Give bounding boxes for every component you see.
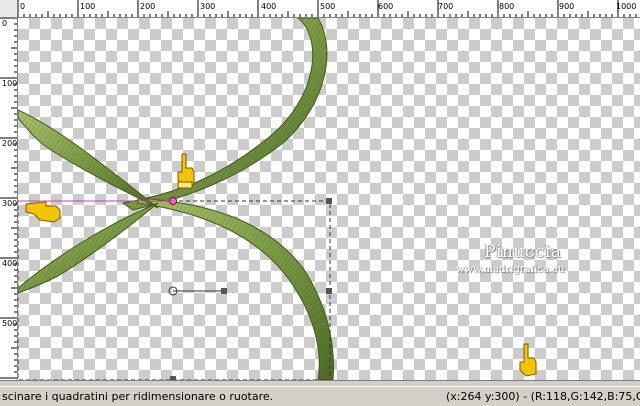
horizontal-ruler-scale: 0 100 200 300 400 500 600 700 800 900 10… bbox=[18, 0, 637, 17]
status-message: scinare i quadratini per ridimensionare … bbox=[2, 390, 274, 403]
ruler-label-100: 100 bbox=[80, 2, 95, 11]
ruler-left-label-100: 100 bbox=[2, 79, 17, 88]
ruler-corner bbox=[0, 0, 18, 18]
watermark-url: www.madrigrafica.eu bbox=[456, 264, 565, 275]
leaf-left-upper bbox=[18, 109, 159, 209]
ruler-label-800: 800 bbox=[499, 2, 514, 11]
status-bar: scinare i quadratini per ridimensionare … bbox=[0, 386, 640, 406]
status-coordinates: (x:264 y:300) - (R:118,G:142,B:75,O bbox=[446, 390, 640, 403]
ruler-left-label-200: 200 bbox=[2, 139, 17, 148]
ruler-label-600: 600 bbox=[378, 2, 393, 11]
hand-pointer-icon bbox=[25, 201, 61, 223]
watermark-title: Pinuccia bbox=[484, 242, 562, 262]
ruler-left-label-300: 300 bbox=[2, 199, 17, 208]
image-canvas[interactable]: Pinuccia www.madrigrafica.eu bbox=[18, 18, 640, 380]
resize-handle-right[interactable] bbox=[326, 288, 332, 294]
ruler-label-400: 400 bbox=[261, 2, 276, 11]
resize-handle-top-right[interactable] bbox=[326, 198, 332, 204]
ruler-label-200: 200 bbox=[140, 2, 155, 11]
ruler-label-900: 900 bbox=[559, 2, 574, 11]
ruler-label-1000: 1000 bbox=[616, 2, 636, 11]
hand-pointer-icon bbox=[519, 343, 537, 377]
rotation-handle-end[interactable] bbox=[221, 288, 227, 294]
ruler-left-label-400: 400 bbox=[2, 259, 17, 268]
vertical-ruler[interactable]: 0 100 200 300 400 500 bbox=[0, 18, 18, 380]
leaf-artwork[interactable] bbox=[18, 18, 640, 380]
vertical-ruler-scale: 0 100 200 300 400 500 bbox=[0, 18, 17, 379]
ruler-left-label-500: 500 bbox=[2, 319, 17, 328]
curved-leaf-bottom bbox=[137, 197, 334, 380]
ruler-label-500: 500 bbox=[320, 2, 335, 11]
ruler-left-label-0: 0 bbox=[2, 19, 7, 28]
curved-leaf-top bbox=[121, 18, 328, 211]
ruler-label-700: 700 bbox=[438, 2, 453, 11]
horizontal-ruler[interactable]: 0 100 200 300 400 500 600 700 800 900 10… bbox=[18, 0, 640, 18]
ruler-label-300: 300 bbox=[200, 2, 215, 11]
deform-selection-box[interactable] bbox=[18, 197, 332, 381]
ruler-label-0: 0 bbox=[20, 2, 25, 11]
hand-pointer-icon bbox=[177, 153, 195, 189]
